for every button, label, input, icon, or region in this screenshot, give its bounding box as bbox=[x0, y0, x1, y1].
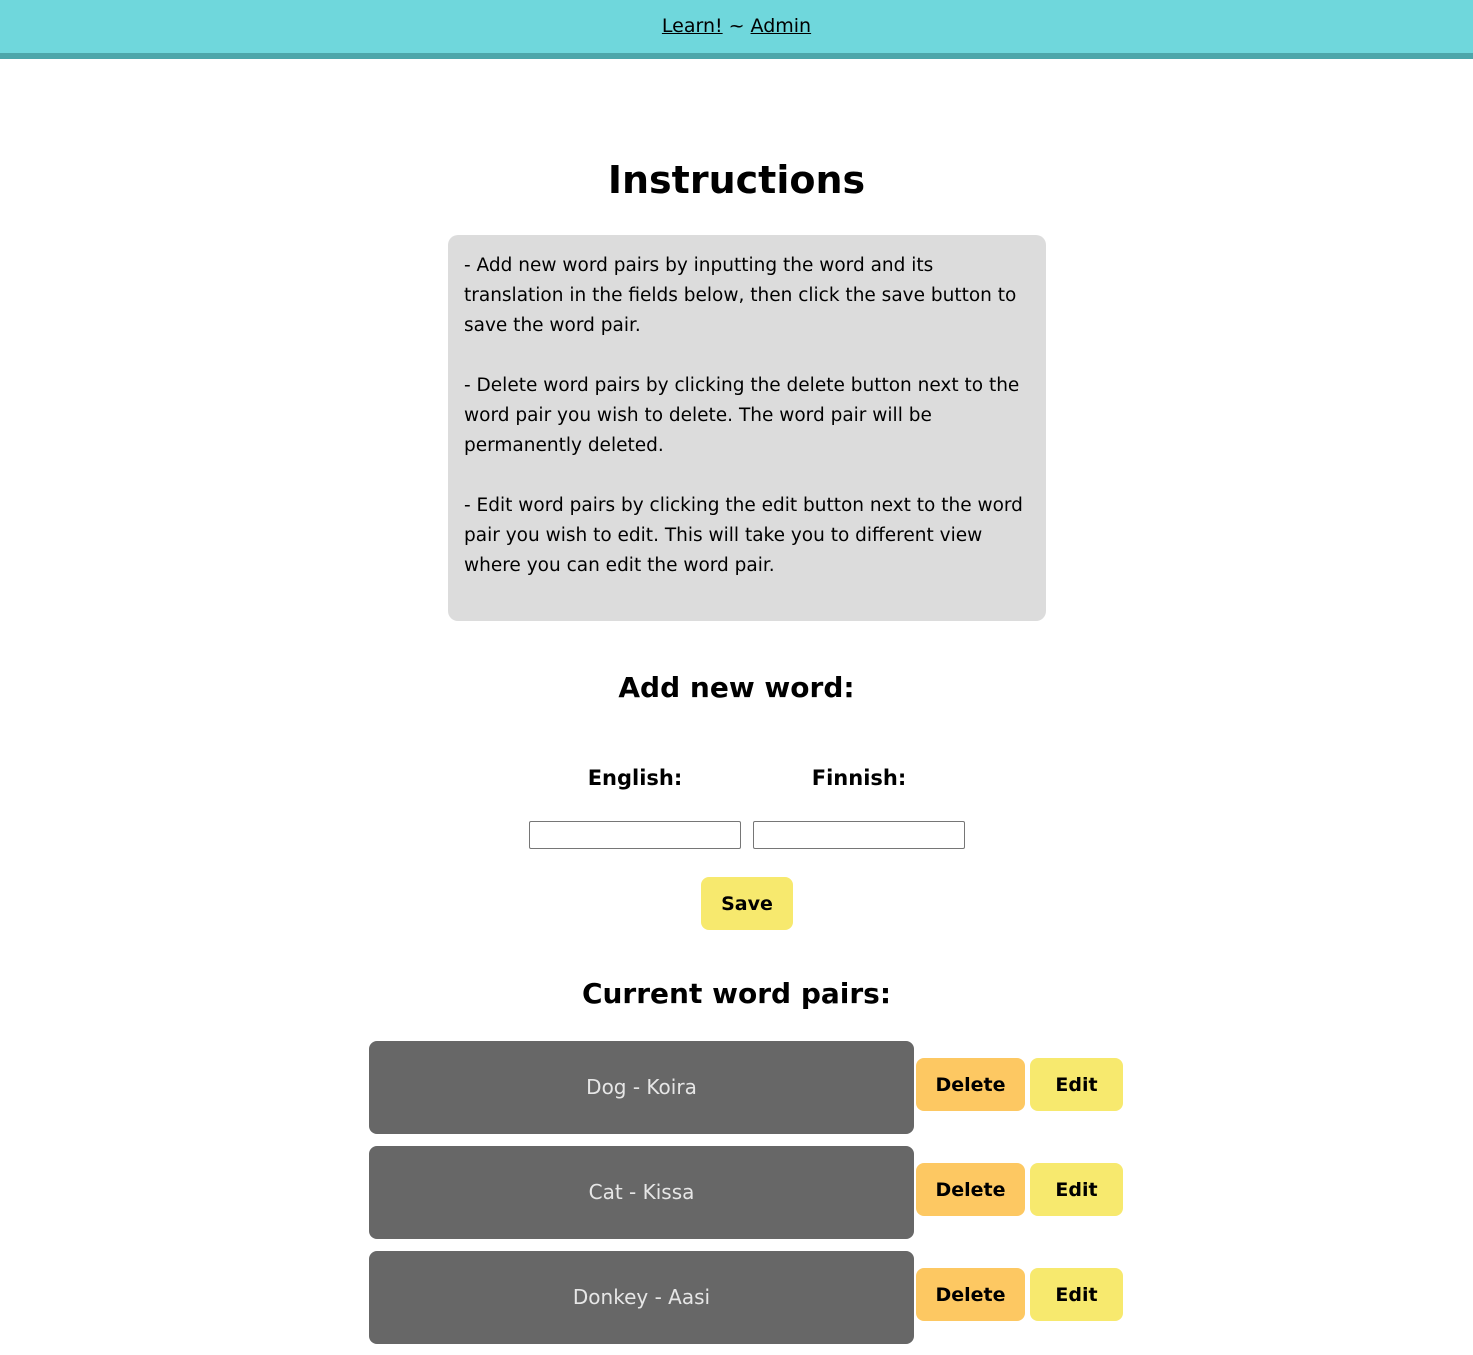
finnish-input[interactable] bbox=[753, 821, 965, 849]
delete-button[interactable]: Delete bbox=[916, 1163, 1025, 1216]
word-pair-text: Donkey - Aasi bbox=[369, 1251, 914, 1344]
word-pair-row: Donkey - Aasi Delete Edit bbox=[369, 1251, 1129, 1344]
learn-link[interactable]: Learn! bbox=[662, 15, 723, 37]
finnish-label: Finnish: bbox=[811, 766, 907, 790]
edit-button[interactable]: Edit bbox=[1030, 1163, 1123, 1216]
instruction-edit: - Edit word pairs by clicking the edit b… bbox=[464, 495, 1023, 576]
top-navbar: Learn! ~ Admin bbox=[0, 0, 1473, 59]
instruction-delete: - Delete word pairs by clicking the dele… bbox=[464, 375, 1020, 456]
delete-button[interactable]: Delete bbox=[916, 1268, 1025, 1321]
edit-button[interactable]: Edit bbox=[1030, 1268, 1123, 1321]
edit-button[interactable]: Edit bbox=[1030, 1058, 1123, 1111]
admin-link[interactable]: Admin bbox=[751, 15, 812, 37]
save-button[interactable]: Save bbox=[701, 877, 793, 930]
nav-separator: ~ bbox=[728, 15, 745, 37]
word-pair-text: Dog - Koira bbox=[369, 1041, 914, 1134]
instructions-box: - Add new word pairs by inputting the wo… bbox=[448, 235, 1046, 621]
delete-button[interactable]: Delete bbox=[916, 1058, 1025, 1111]
add-word-heading: Add new word: bbox=[618, 671, 855, 704]
word-pair-row: Cat - Kissa Delete Edit bbox=[369, 1146, 1129, 1239]
word-pair-row: Dog - Koira Delete Edit bbox=[369, 1041, 1129, 1134]
instructions-title: Instructions bbox=[607, 158, 866, 202]
word-pair-text: Cat - Kissa bbox=[369, 1146, 914, 1239]
word-pairs-heading: Current word pairs: bbox=[581, 977, 892, 1010]
instruction-add: - Add new word pairs by inputting the wo… bbox=[464, 255, 1017, 336]
english-label: English: bbox=[587, 766, 683, 790]
english-input[interactable] bbox=[529, 821, 741, 849]
